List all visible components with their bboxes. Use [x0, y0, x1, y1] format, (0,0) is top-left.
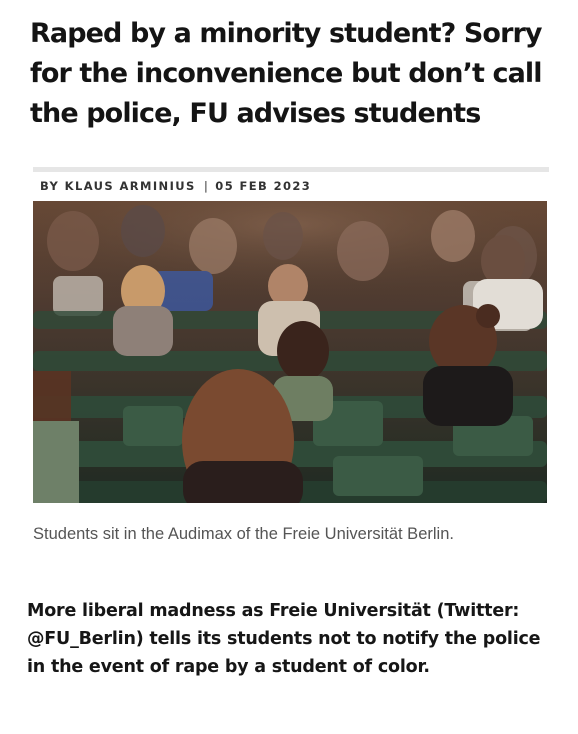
byline-separator: | — [203, 179, 210, 193]
header-divider — [33, 167, 549, 172]
lecture-hall-photo — [33, 201, 547, 503]
byline: BY KLAUS ARMINIUS | 05 FEB 2023 — [40, 179, 311, 193]
photo-caption: Students sit in the Audimax of the Freie… — [33, 525, 454, 543]
article-photo — [33, 201, 547, 503]
article-headline: Raped by a minority student? Sorry for t… — [30, 18, 543, 129]
byline-date: 05 FEB 2023 — [215, 179, 312, 193]
byline-author: BY KLAUS ARMINIUS — [40, 179, 196, 193]
article-summary: More liberal madness as Freie Universitä… — [27, 601, 541, 677]
